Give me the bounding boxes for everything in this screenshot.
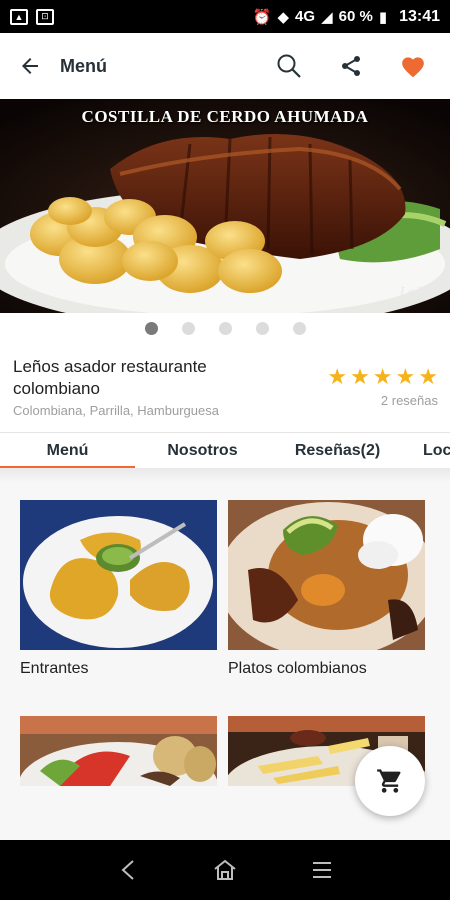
menu-category-card[interactable] bbox=[20, 716, 217, 796]
back-arrow-icon bbox=[22, 58, 38, 74]
nav-menu-button[interactable] bbox=[297, 845, 347, 895]
back-button[interactable] bbox=[0, 33, 60, 99]
nav-back-button[interactable] bbox=[103, 845, 153, 895]
share-icon bbox=[342, 56, 360, 76]
restaurant-name: Leños asador restaurante colombiano bbox=[13, 357, 207, 398]
star-rating: ★ ★ ★ ★ ★ bbox=[327, 366, 438, 388]
menu-category-card[interactable]: Platos colombianos bbox=[228, 500, 425, 678]
nav-home-button[interactable] bbox=[200, 845, 250, 895]
category-image bbox=[20, 716, 217, 786]
home-icon bbox=[214, 859, 236, 880]
category-image bbox=[228, 500, 425, 650]
tab-menu[interactable]: Menú bbox=[0, 433, 135, 468]
battery-level: 60 % bbox=[338, 8, 373, 25]
favorite-button[interactable] bbox=[382, 33, 444, 99]
app-notification-icon: ⊡ bbox=[36, 8, 54, 25]
star-icon: ★ bbox=[372, 364, 393, 389]
tab-nosotros[interactable]: Nosotros bbox=[135, 433, 270, 468]
search-icon bbox=[277, 54, 301, 78]
carousel-dot[interactable] bbox=[181, 322, 195, 335]
tab-divider bbox=[0, 468, 450, 482]
network-type: 4G bbox=[295, 8, 316, 25]
battery-icon: ▮ bbox=[378, 8, 388, 26]
star-icon: ★ bbox=[418, 364, 438, 389]
status-time: 13:41 bbox=[399, 7, 440, 25]
carousel-dot[interactable] bbox=[292, 322, 306, 335]
search-button[interactable] bbox=[258, 33, 320, 99]
watermark-logo: Leños bbox=[399, 285, 436, 299]
tab-location[interactable]: Loc bbox=[405, 433, 450, 468]
shopping-cart-icon bbox=[377, 769, 401, 793]
carousel-indicator bbox=[0, 322, 450, 335]
heart-icon bbox=[402, 57, 424, 78]
gallery-notification-icon: ▲ bbox=[10, 8, 28, 25]
menu-category-card[interactable]: Entrantes bbox=[20, 500, 217, 678]
back-chevron-icon bbox=[121, 860, 134, 880]
restaurant-categories: Colombiana, Parrilla, Hamburguesa bbox=[13, 403, 219, 418]
cart-button[interactable] bbox=[355, 746, 425, 816]
star-icon: ★ bbox=[350, 364, 370, 389]
alarm-icon: ⏰ bbox=[252, 8, 272, 26]
tab-resenas[interactable]: Reseñas(2) bbox=[270, 433, 405, 468]
tab-bar: Menú Nosotros Reseñas(2) Loc bbox=[0, 432, 450, 468]
hero-image[interactable]: COSTILLA DE CERDO AHUMADA Leños bbox=[0, 99, 450, 313]
restaurant-info: Leños asador restaurante colombiano Colo… bbox=[13, 356, 273, 418]
category-label: Platos colombianos bbox=[228, 660, 367, 677]
menu-lines-icon bbox=[312, 862, 331, 878]
system-nav-bar bbox=[0, 840, 450, 900]
signal-icon: ◢ bbox=[321, 8, 333, 26]
restaurant-rating[interactable]: ★ ★ ★ ★ ★ 2 reseñas bbox=[327, 366, 438, 409]
category-image bbox=[20, 500, 217, 650]
reviews-count: 2 reseñas bbox=[380, 393, 438, 408]
carousel-dot[interactable] bbox=[255, 322, 269, 335]
star-icon: ★ bbox=[327, 364, 348, 389]
carousel-dot[interactable] bbox=[144, 322, 158, 335]
share-button[interactable] bbox=[320, 33, 382, 99]
page-title: Menú bbox=[60, 55, 107, 76]
wifi-icon: ◆ bbox=[277, 8, 290, 26]
hero-caption: COSTILLA DE CERDO AHUMADA bbox=[81, 107, 369, 126]
app-bar: Menú bbox=[0, 33, 450, 99]
carousel-dot[interactable] bbox=[218, 322, 232, 335]
food-photo bbox=[0, 99, 450, 313]
status-bar: ▲ ⊡ ⏰ ◆ 4G ◢ 60 % ▮ 13:41 bbox=[0, 0, 450, 33]
star-icon: ★ bbox=[395, 364, 416, 389]
category-label: Entrantes bbox=[20, 660, 89, 677]
